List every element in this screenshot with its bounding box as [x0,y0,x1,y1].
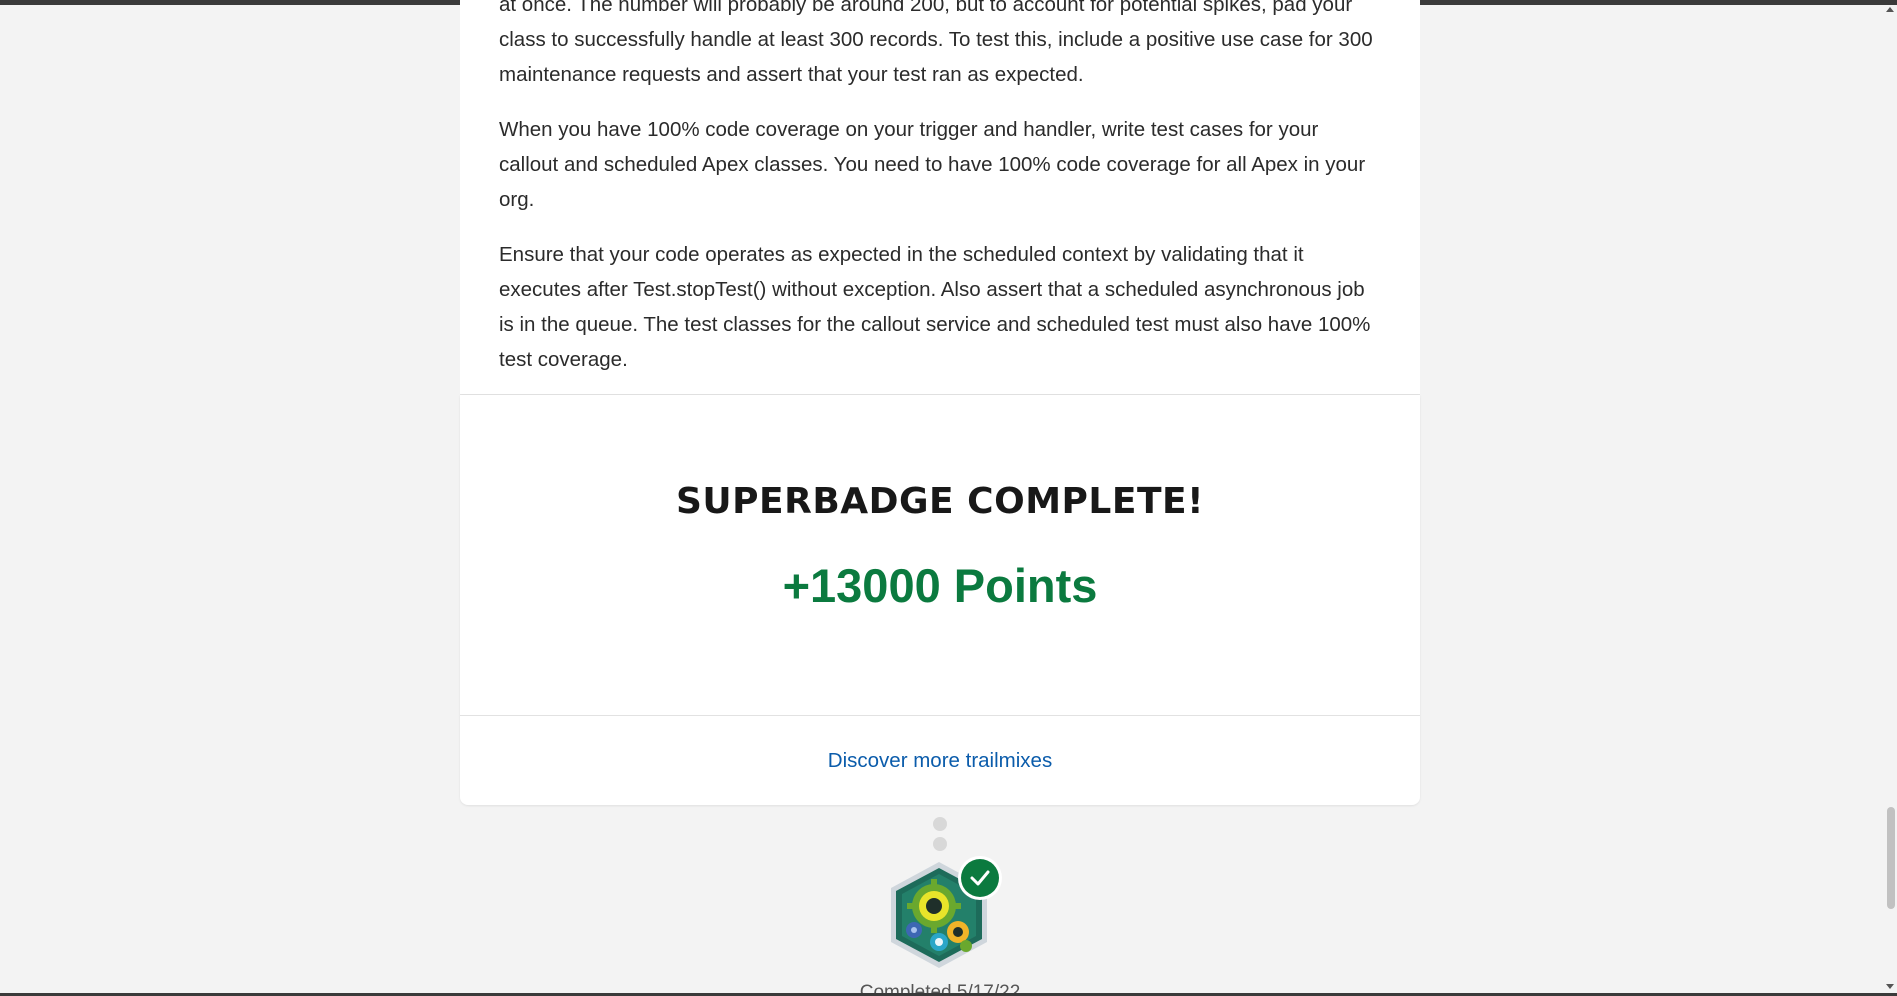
instructions-paragraph: When you have 100% code coverage on your… [499,118,1366,211]
discover-trailmixes-link[interactable]: Discover more trailmixes [460,749,1420,773]
card-divider [460,715,1420,716]
instructions-paragraph: at once. The number will probably be aro… [499,0,1373,86]
checkmark-icon [961,859,999,897]
scrollbar-thumb[interactable] [1887,807,1895,909]
completion-title: Superbadge Complete! [675,481,1205,522]
instructions-card: at once. The number will probably be aro… [460,0,1420,395]
status-check-ring [958,856,1002,900]
superbadge-badge[interactable] [884,856,1008,976]
progress-connector-dot [933,837,947,851]
points-earned: +13000 Points [782,559,1098,612]
instructions-paragraph: Ensure that your code operates as expect… [499,243,1371,371]
superbadge-complete-card: Superbadge Complete! +13000 Points Disco… [460,395,1420,805]
page-scrollbar[interactable] [1882,5,1897,993]
progress-connector-dot [933,817,947,831]
scroll-up-arrow-icon[interactable] [1886,7,1894,12]
instructions-body: at once. The number will probably be aro… [499,0,1381,397]
scroll-down-arrow-icon[interactable] [1886,984,1894,989]
